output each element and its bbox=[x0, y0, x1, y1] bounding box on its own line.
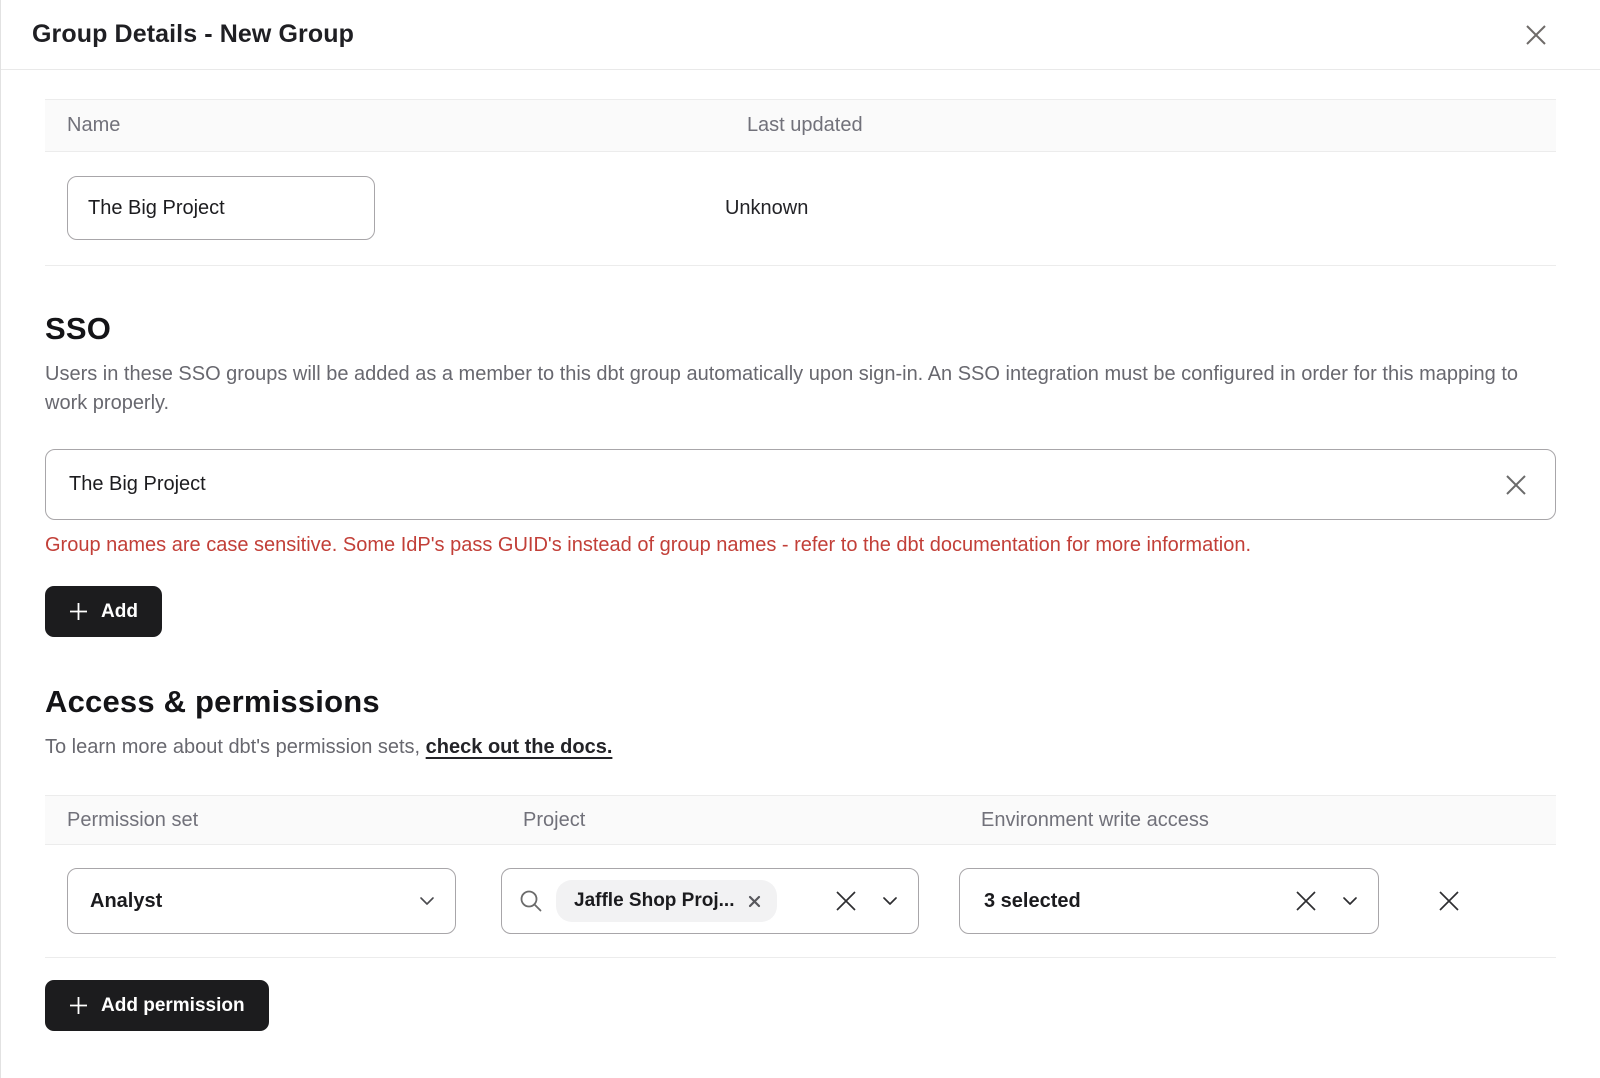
sso-heading: SSO bbox=[45, 311, 1556, 347]
modal-body: Name Last updated Unknown SSO Users in t… bbox=[1, 99, 1600, 1031]
project-tag-label: Jaffle Shop Proj... bbox=[574, 890, 734, 912]
chevron-down-icon bbox=[419, 896, 435, 906]
group-table-row: Unknown bbox=[45, 152, 1556, 266]
group-details-table: Name Last updated Unknown bbox=[45, 99, 1556, 266]
permission-set-value: Analyst bbox=[90, 890, 162, 913]
environment-select-controls bbox=[1294, 889, 1358, 913]
tag-remove-x-icon[interactable] bbox=[748, 895, 761, 908]
permission-set-select[interactable]: Analyst bbox=[67, 868, 456, 934]
access-permissions-section: Access & permissions To learn more about… bbox=[45, 684, 1556, 1031]
environment-write-access-value: 3 selected bbox=[984, 890, 1081, 913]
project-cell: Jaffle Shop Proj... bbox=[501, 868, 959, 934]
chevron-down-icon bbox=[1342, 896, 1358, 906]
column-header-permission-set: Permission set bbox=[45, 809, 501, 832]
clear-x-icon[interactable] bbox=[834, 889, 858, 913]
project-tag: Jaffle Shop Proj... bbox=[556, 880, 777, 922]
permission-row: Analyst bbox=[45, 845, 1556, 958]
permissions-table: Permission set Project Environment write… bbox=[45, 795, 1556, 958]
project-multiselect[interactable]: Jaffle Shop Proj... bbox=[501, 868, 919, 934]
plus-icon bbox=[69, 602, 88, 621]
modal-header: Group Details - New Group bbox=[1, 0, 1600, 70]
permission-set-select-controls bbox=[419, 896, 435, 906]
environment-write-access-cell: 3 selected bbox=[959, 868, 1556, 934]
environment-write-access-select[interactable]: 3 selected bbox=[959, 868, 1379, 934]
clear-x-icon[interactable] bbox=[1503, 472, 1529, 498]
sso-section: SSO Users in these SSO groups will be ad… bbox=[45, 311, 1556, 637]
permission-set-cell: Analyst bbox=[45, 868, 501, 934]
sso-error-message: Group names are case sensitive. Some IdP… bbox=[45, 534, 1556, 557]
page-title: Group Details - New Group bbox=[32, 20, 354, 49]
access-permissions-heading: Access & permissions bbox=[45, 684, 1556, 720]
close-icon[interactable] bbox=[1519, 18, 1553, 52]
access-permissions-description: To learn more about dbt's permission set… bbox=[45, 733, 1556, 762]
clear-x-icon[interactable] bbox=[1294, 889, 1318, 913]
add-sso-group-button[interactable]: Add bbox=[45, 586, 162, 637]
column-header-name: Name bbox=[45, 114, 725, 137]
permissions-table-header: Permission set Project Environment write… bbox=[45, 795, 1556, 845]
add-permission-button[interactable]: Add permission bbox=[45, 980, 269, 1031]
sso-description: Users in these SSO groups will be added … bbox=[45, 360, 1556, 418]
chevron-down-icon bbox=[882, 896, 898, 906]
project-select-controls bbox=[834, 889, 898, 913]
docs-link[interactable]: check out the docs. bbox=[426, 736, 613, 758]
sso-group-input-wrap bbox=[45, 449, 1556, 520]
column-header-project: Project bbox=[501, 809, 959, 832]
column-header-last-updated: Last updated bbox=[725, 114, 1556, 137]
column-header-environment-write-access: Environment write access bbox=[959, 809, 1556, 832]
add-sso-group-button-label: Add bbox=[101, 601, 138, 623]
search-icon bbox=[518, 888, 544, 914]
plus-icon bbox=[69, 996, 88, 1015]
description-text: To learn more about dbt's permission set… bbox=[45, 736, 426, 758]
add-permission-button-label: Add permission bbox=[101, 995, 245, 1017]
name-cell bbox=[45, 176, 725, 240]
group-name-input[interactable] bbox=[67, 176, 375, 240]
sso-group-input[interactable] bbox=[69, 473, 1503, 496]
group-table-header: Name Last updated bbox=[45, 99, 1556, 152]
last-updated-value: Unknown bbox=[725, 197, 1556, 220]
row-remove-x-icon[interactable] bbox=[1436, 888, 1462, 914]
